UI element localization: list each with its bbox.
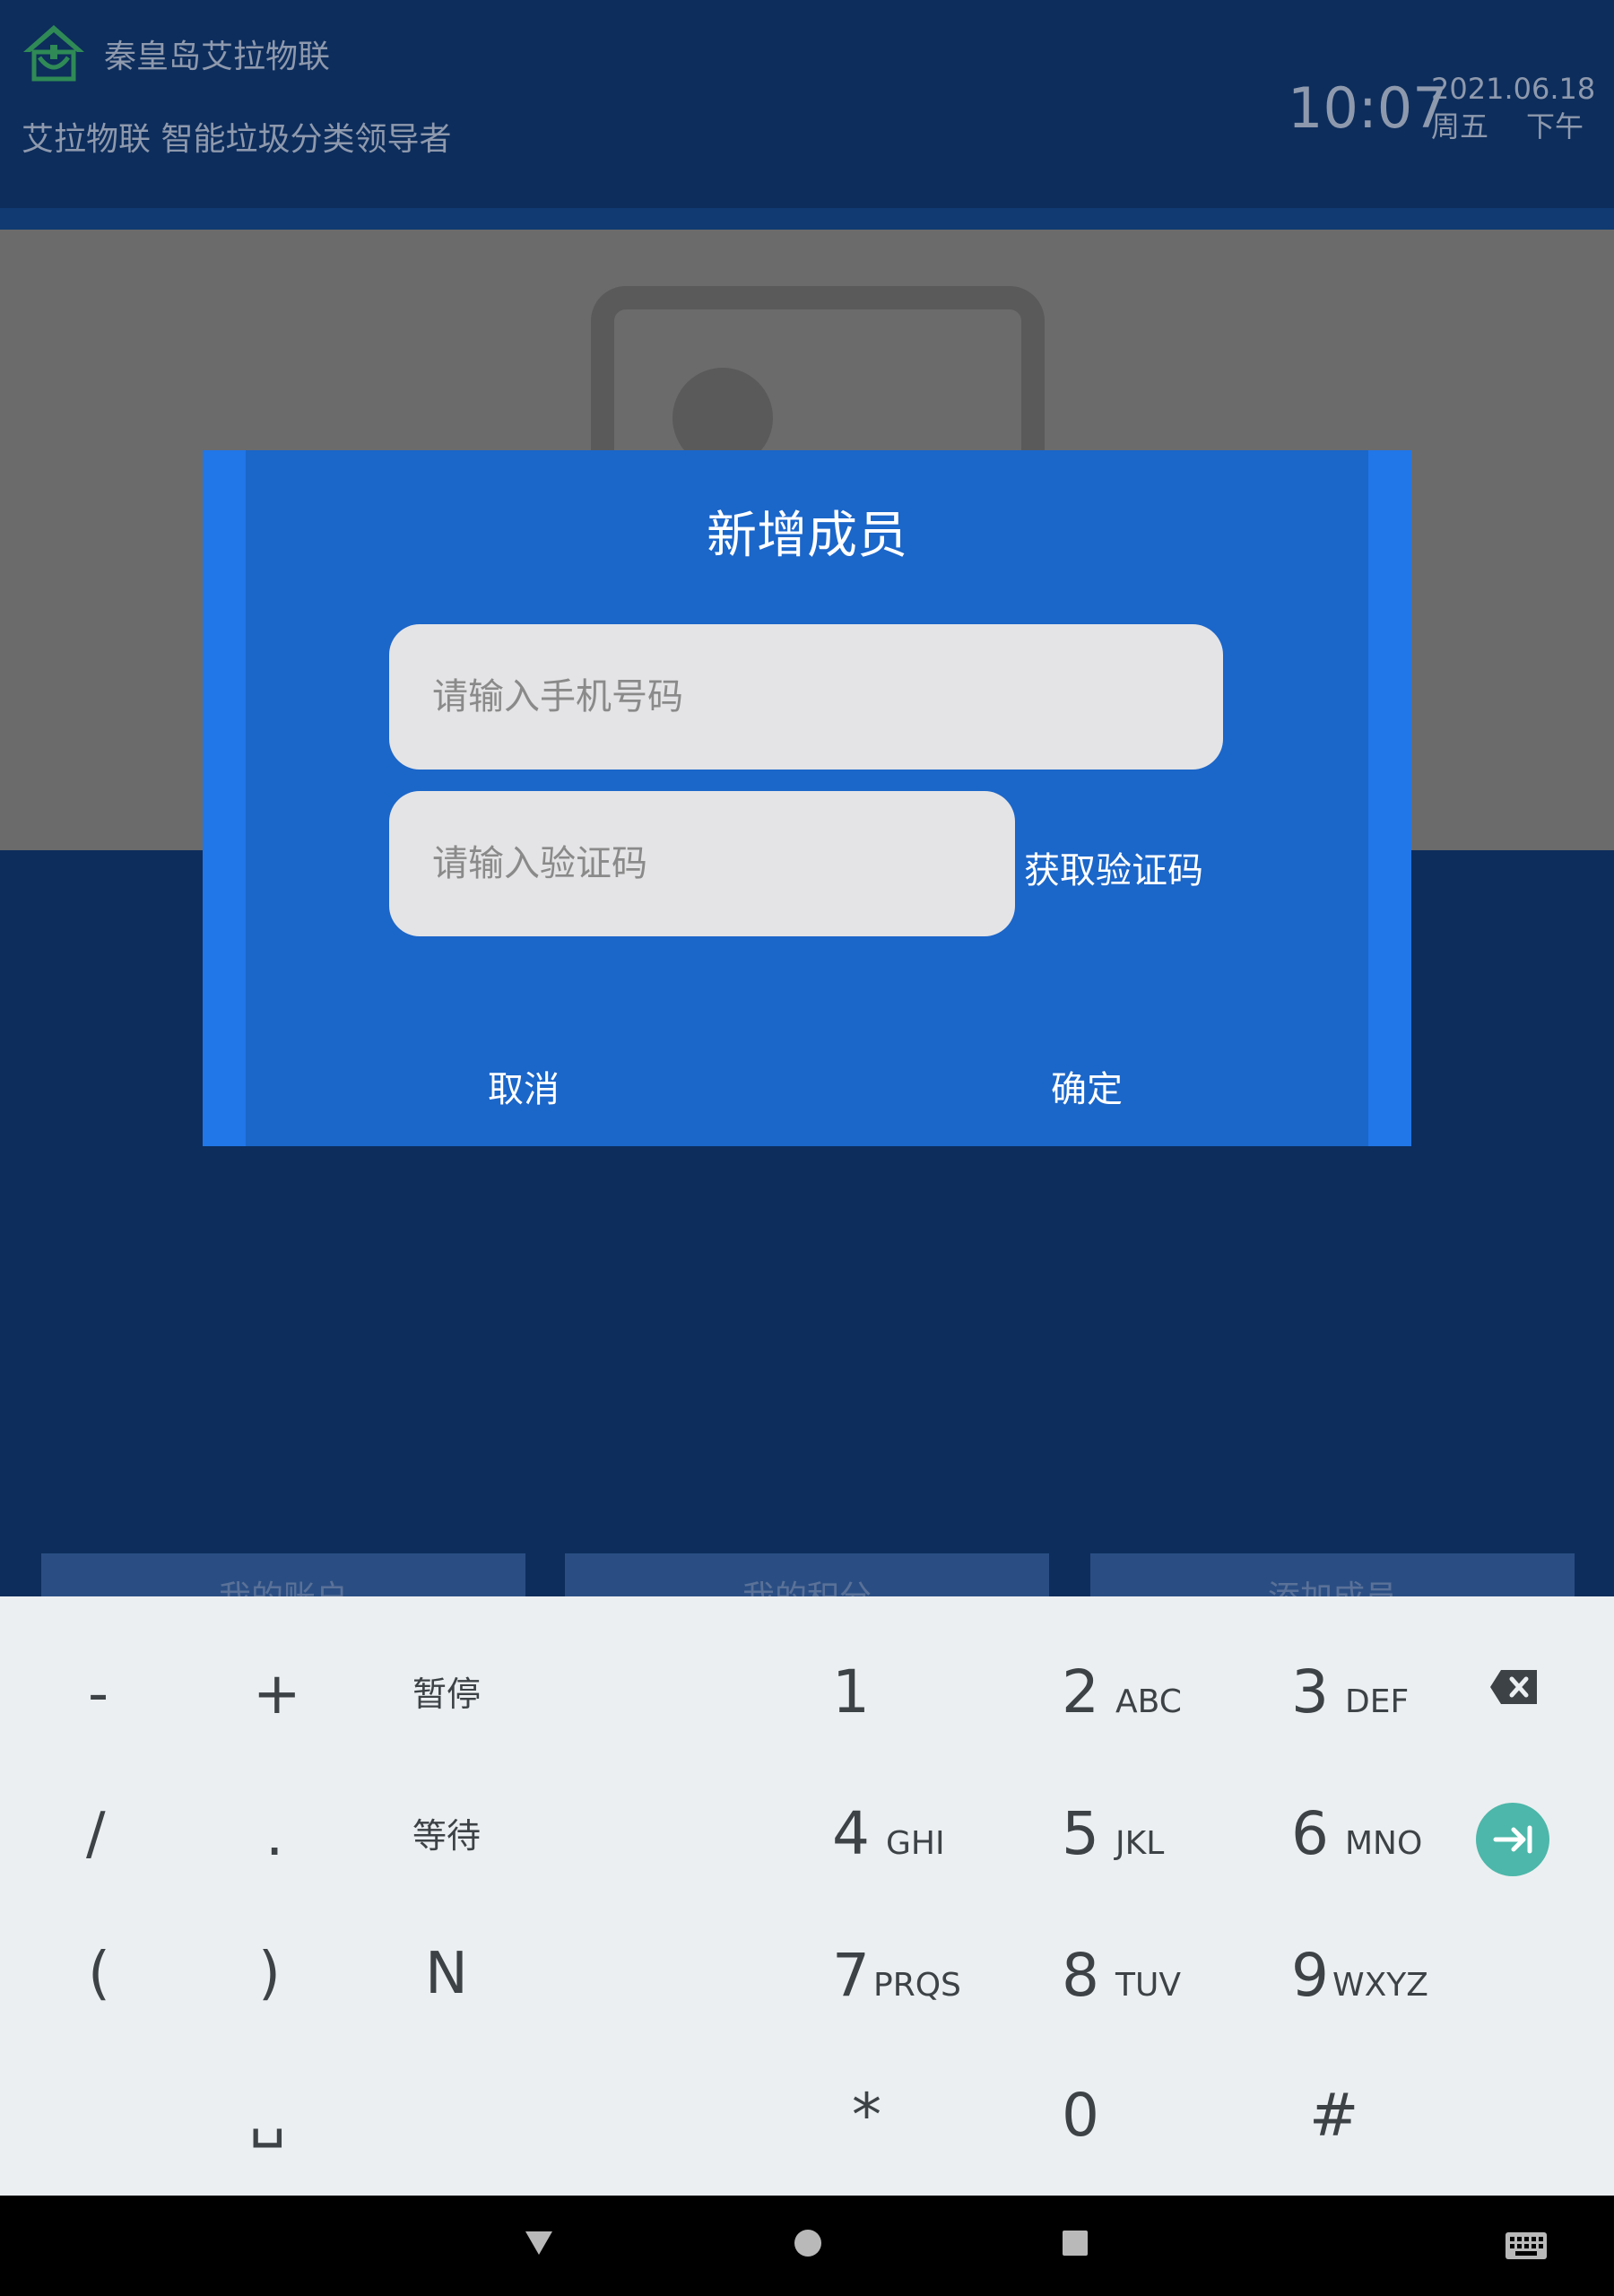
ampm-label: 下午: [1526, 109, 1584, 144]
key-space[interactable]: ␣: [249, 2083, 286, 2149]
key-pause[interactable]: 暂停: [412, 1666, 481, 1716]
key-letters: MNO: [1345, 1825, 1423, 1862]
key-minus[interactable]: -: [88, 1661, 108, 1727]
key-star[interactable]: *: [852, 2081, 881, 2150]
key-period-label: .: [265, 1803, 284, 1869]
header-divider: [0, 208, 1614, 230]
key-letters: ABC: [1115, 1683, 1182, 1720]
key-8[interactable]: 8 TUV: [1062, 1941, 1181, 2010]
key-plus[interactable]: +: [253, 1661, 301, 1727]
key-digit: 7: [832, 1941, 870, 2010]
weekday-label: 周五: [1431, 109, 1489, 144]
key-letters: DEF: [1345, 1683, 1410, 1720]
key-letters: GHI: [886, 1825, 945, 1862]
key-digit: 2: [1062, 1657, 1099, 1726]
app-header: 秦皇岛艾拉物联 艾拉物联 智能垃圾分类领导者 10:07 2021.06.18 …: [0, 0, 1614, 230]
key-close-paren[interactable]: ): [258, 1941, 281, 2007]
confirm-button[interactable]: 确定: [1051, 1060, 1123, 1112]
key-digit: 6: [1291, 1799, 1329, 1868]
home-icon[interactable]: [793, 2228, 823, 2258]
key-hash[interactable]: #: [1309, 2081, 1358, 2150]
add-member-dialog: 新增成员 获取验证码 取消 确定: [246, 450, 1368, 1146]
key-digit: 8: [1062, 1941, 1099, 2010]
key-6[interactable]: 6 MNO: [1291, 1799, 1422, 1868]
key-2[interactable]: 2 ABC: [1062, 1657, 1182, 1726]
key-wait-label: 等待: [412, 1816, 482, 1856]
recents-icon[interactable]: [1062, 2230, 1089, 2257]
key-open-paren[interactable]: (: [88, 1941, 110, 2007]
key-1[interactable]: 1: [832, 1657, 870, 1726]
key-space-label: ␣: [249, 2083, 286, 2149]
keyboard-icon[interactable]: [1505, 2231, 1548, 2260]
key-3[interactable]: 3 DEF: [1291, 1657, 1409, 1726]
back-icon[interactable]: [524, 2230, 554, 2257]
key-digit: 3: [1291, 1657, 1329, 1726]
key-digit: 5: [1062, 1799, 1099, 1868]
key-digit: 4: [832, 1799, 870, 1868]
clock-time: 10:07: [1288, 75, 1448, 141]
key-minus-label: -: [88, 1661, 109, 1727]
key-digit: #: [1309, 2081, 1359, 2150]
verification-code-input[interactable]: [389, 791, 1015, 936]
tab-my-account[interactable]: 我的账户: [41, 1553, 525, 1596]
key-digit: 1: [832, 1657, 870, 1726]
date-label: 2021.06.18: [1431, 72, 1596, 106]
key-slash-label: /: [86, 1801, 106, 1867]
system-nav-bar: [0, 2196, 1614, 2296]
slogan: 艾拉物联 智能垃圾分类领导者: [22, 121, 452, 158]
key-5[interactable]: 5 JKL: [1062, 1799, 1164, 1868]
tab-add-member[interactable]: 添加成员: [1090, 1553, 1575, 1596]
key-plus-label: +: [253, 1661, 301, 1727]
key-digit: *: [852, 2081, 881, 2150]
phone-input[interactable]: [389, 624, 1223, 770]
key-letters: WXYZ: [1332, 1967, 1428, 2004]
key-letters: TUV: [1115, 1967, 1181, 2004]
get-code-button[interactable]: 获取验证码: [1024, 841, 1203, 893]
key-7[interactable]: 7 PRQS: [832, 1941, 961, 2010]
key-wait[interactable]: 等待: [412, 1808, 481, 1857]
cancel-button[interactable]: 取消: [488, 1060, 560, 1112]
key-letters: JKL: [1115, 1825, 1165, 1862]
dialog-title: 新增成员: [707, 507, 907, 565]
house-logo-icon: [23, 25, 84, 82]
backspace-icon[interactable]: [1488, 1668, 1539, 1706]
key-digit: 9: [1291, 1941, 1329, 2010]
key-pause-label: 暂停: [412, 1674, 482, 1714]
next-field-button[interactable]: [1476, 1803, 1549, 1876]
key-n-label: N: [425, 1941, 468, 2007]
key-letters: PRQS: [873, 1967, 961, 2004]
key-slash[interactable]: /: [86, 1801, 106, 1867]
key-close-paren-label: ): [258, 1941, 281, 2007]
next-field-icon: [1493, 1825, 1532, 1854]
key-open-paren-label: (: [88, 1941, 110, 2007]
key-9[interactable]: 9 WXYZ: [1291, 1941, 1428, 2010]
tab-my-points[interactable]: 我的积分: [565, 1553, 1049, 1596]
key-digit: 0: [1062, 2081, 1099, 2150]
key-4[interactable]: 4 GHI: [832, 1799, 945, 1868]
key-n[interactable]: N: [425, 1941, 468, 2007]
company-name: 秦皇岛艾拉物联: [104, 39, 331, 75]
key-0[interactable]: 0: [1062, 2081, 1099, 2150]
key-period[interactable]: .: [265, 1803, 283, 1869]
